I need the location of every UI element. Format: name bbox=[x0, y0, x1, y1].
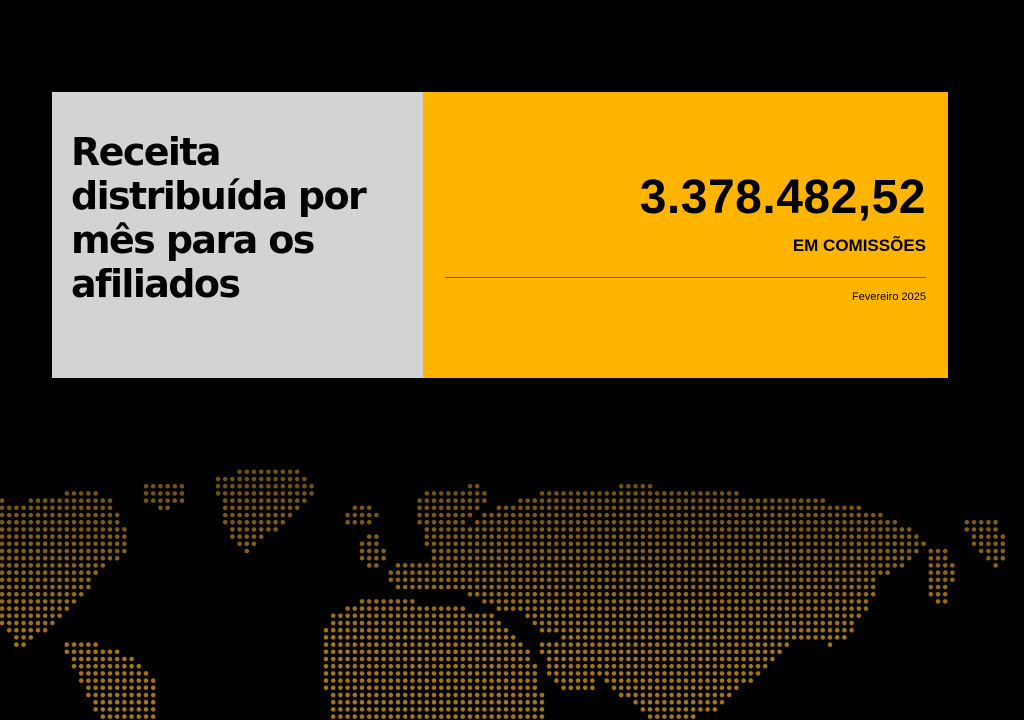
dotted-world-map-icon bbox=[0, 440, 1024, 720]
stat-panel: 3.378.482,52 EM COMISSÕES Fevereiro 2025 bbox=[423, 92, 948, 378]
divider bbox=[445, 277, 926, 278]
commission-amount: 3.378.482,52 bbox=[639, 171, 926, 224]
page: Receita distribuída por mês para os afil… bbox=[0, 0, 1024, 720]
period-label: Fevereiro 2025 bbox=[852, 291, 926, 303]
headline: Receita distribuída por mês para os afil… bbox=[71, 130, 367, 306]
world-map-graphic bbox=[0, 469, 1006, 719]
commission-label: EM COMISSÕES bbox=[792, 236, 926, 255]
headline-panel: Receita distribuída por mês para os afil… bbox=[52, 92, 423, 378]
stat-card: Receita distribuída por mês para os afil… bbox=[52, 92, 948, 378]
